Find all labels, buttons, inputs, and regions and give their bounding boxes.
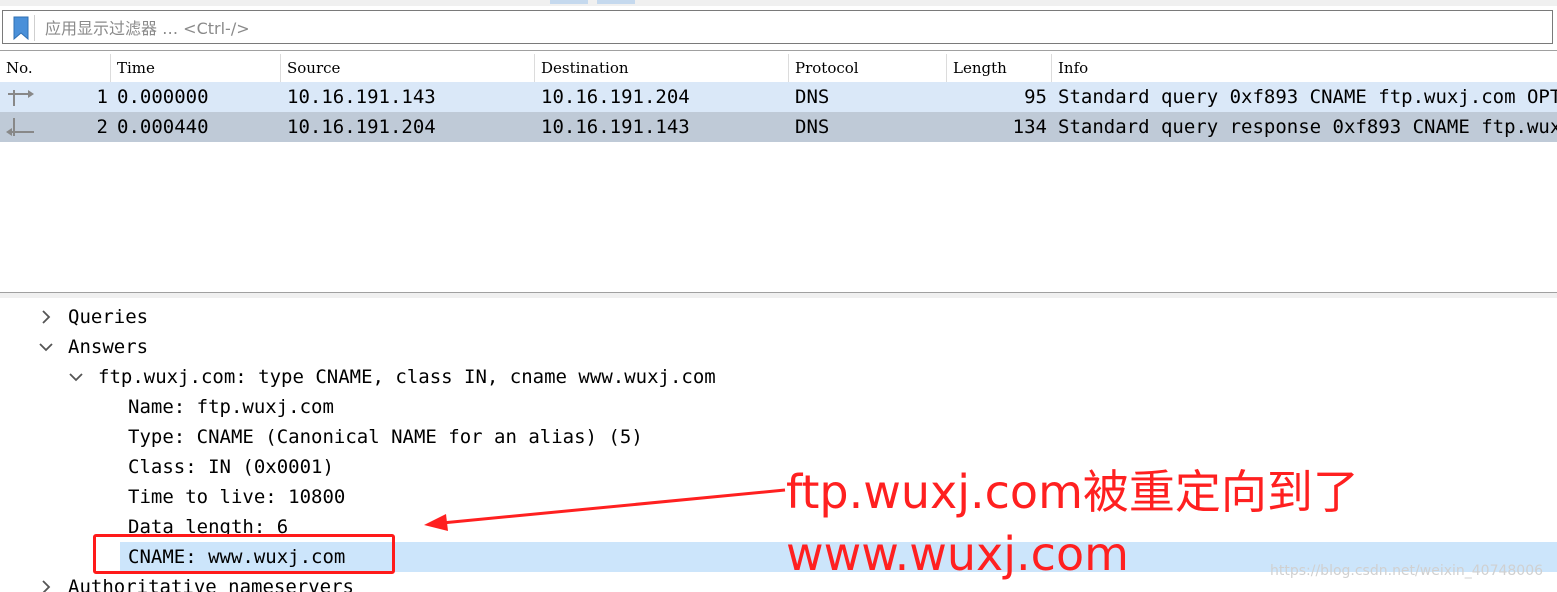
filter-bookmark-button[interactable] [9, 15, 35, 41]
annotation-text-line1: ftp.wuxj.com被重定向到了 [786, 465, 1359, 519]
packet-length: 95 [1024, 86, 1047, 108]
packet-no: 1 [96, 86, 108, 108]
tree-item-type[interactable]: Type: CNAME (Canonical NAME for an alias… [128, 422, 643, 452]
packet-destination: 10.16.191.204 [541, 86, 690, 108]
annotation-arrow [424, 488, 786, 531]
packet-no: 2 [96, 116, 108, 138]
display-filter-bar [2, 10, 1553, 44]
tree-item-ttl[interactable]: Time to live: 10800 [128, 482, 345, 512]
column-header-info[interactable]: Info [1052, 54, 1557, 82]
chevron-down-icon[interactable] [68, 369, 84, 385]
packet-length: 134 [1012, 116, 1047, 138]
column-header-source[interactable]: Source [281, 54, 535, 82]
packet-row-selected[interactable]: 2 0.000440 10.16.191.204 10.16.191.143 D… [0, 112, 1557, 142]
toolbar-tab[interactable] [550, 0, 588, 4]
tree-item-authoritative[interactable]: Authoritative nameservers [68, 572, 354, 592]
annotation-text-line2: www.wuxj.com [786, 527, 1129, 581]
response-arrow-icon [6, 118, 34, 136]
tree-item-name[interactable]: Name: ftp.wuxj.com [128, 392, 334, 422]
column-header-length[interactable]: Length [947, 54, 1052, 82]
request-arrow-icon [8, 90, 34, 106]
packet-protocol: DNS [795, 116, 830, 138]
packet-time: 0.000000 [117, 86, 209, 108]
watermark: https://blog.csdn.net/weixin_40748006 [1270, 563, 1544, 579]
packet-info: Standard query 0xf893 CNAME ftp.wuxj.com… [1058, 86, 1557, 108]
chevron-right-icon[interactable] [38, 579, 54, 592]
chevron-down-icon[interactable] [38, 339, 54, 355]
tree-item-answer-record[interactable]: ftp.wuxj.com: type CNAME, class IN, cnam… [98, 362, 716, 392]
packet-protocol: DNS [795, 86, 830, 108]
packet-source: 10.16.191.143 [287, 86, 436, 108]
column-header-protocol[interactable]: Protocol [789, 54, 947, 82]
packet-time: 0.000440 [117, 116, 209, 138]
packet-row[interactable]: 1 0.000000 10.16.191.143 10.16.191.204 D… [0, 82, 1557, 112]
top-toolbar-strip [0, 0, 1557, 6]
chevron-right-icon[interactable] [38, 309, 54, 325]
packet-destination: 10.16.191.143 [541, 116, 690, 138]
column-header-destination[interactable]: Destination [535, 54, 789, 82]
column-header-time[interactable]: Time [111, 54, 281, 82]
packet-source: 10.16.191.204 [287, 116, 436, 138]
column-header-no[interactable]: No. [0, 54, 111, 82]
display-filter-input[interactable] [43, 14, 1547, 42]
bookmark-icon [13, 16, 29, 40]
packet-list-header: No. Time Source Destination Protocol Len… [0, 54, 1557, 82]
tree-item-queries[interactable]: Queries [68, 302, 148, 332]
tree-item-answers[interactable]: Answers [68, 332, 148, 362]
tree-item-class[interactable]: Class: IN (0x0001) [128, 452, 334, 482]
packet-info: Standard query response 0xf893 CNAME ftp… [1058, 116, 1557, 138]
annotation-highlight-box [93, 534, 395, 574]
packet-list: No. Time Source Destination Protocol Len… [0, 50, 1557, 293]
toolbar-tab[interactable] [597, 0, 635, 4]
